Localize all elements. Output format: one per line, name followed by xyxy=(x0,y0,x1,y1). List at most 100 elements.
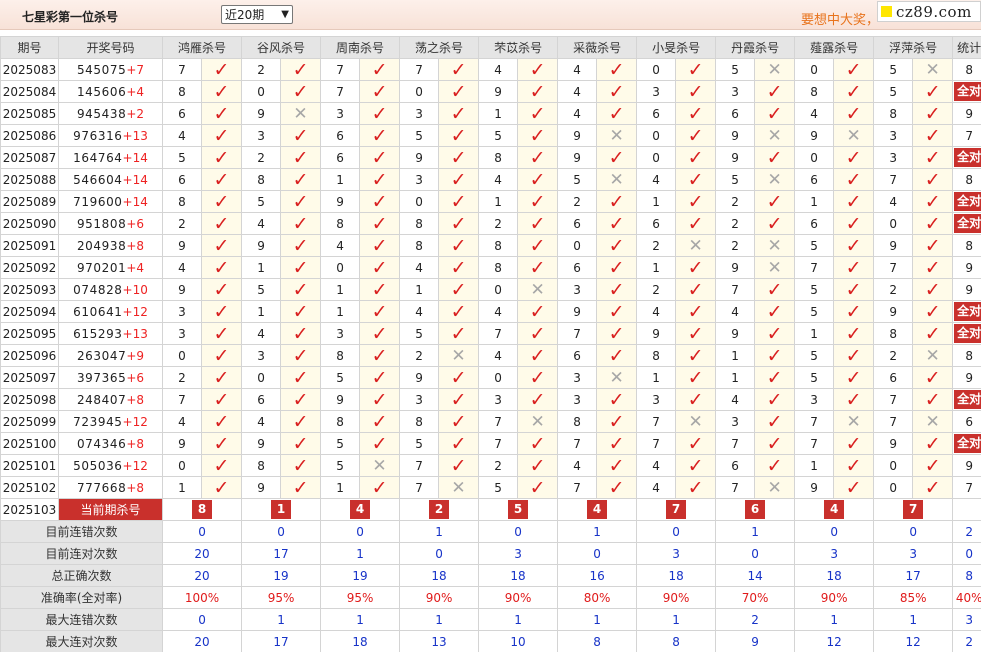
summary-value: 20 xyxy=(161,630,243,652)
summary-value: 1 xyxy=(399,608,480,631)
kill-number-cell: 3 xyxy=(557,366,598,389)
check-icon: ✓ xyxy=(845,102,862,125)
result-mark-cell: ✓ xyxy=(596,256,638,279)
result-mark-cell: ✕ xyxy=(675,410,717,433)
summary-value: 0 xyxy=(399,542,480,565)
check-icon: ✓ xyxy=(845,388,862,411)
summary-row: 总正确次数 20 19 19 18 18 16 18 14 18 17 8 xyxy=(0,564,981,587)
kill-number-cell: 7 xyxy=(162,388,202,411)
result-mark-cell: ✓ xyxy=(438,410,480,433)
check-icon: ✓ xyxy=(924,476,941,499)
check-icon: ✓ xyxy=(687,256,704,279)
cross-icon: ✕ xyxy=(609,125,624,146)
check-icon: ✓ xyxy=(687,168,704,191)
column-header: 期号 xyxy=(0,36,59,59)
kill-number-cell: 7 xyxy=(715,476,756,499)
result-mark-cell: ✓ xyxy=(359,432,401,455)
kill-number-cell: 6 xyxy=(715,102,756,125)
result-mark-cell: ✓ xyxy=(200,300,243,323)
kill-number-cell: 4 xyxy=(320,234,361,257)
draw-number: 777668 xyxy=(76,480,127,495)
kill-number-cell: 5 xyxy=(794,300,835,323)
result-mark-cell: ✓ xyxy=(912,212,954,235)
check-icon: ✓ xyxy=(371,58,388,81)
summary-value: 70% xyxy=(715,586,796,609)
check-icon: ✓ xyxy=(213,322,230,345)
check-icon: ✓ xyxy=(213,124,230,147)
kill-number-cell: 2 xyxy=(557,190,598,213)
check-icon: ✓ xyxy=(766,102,783,125)
result-mark-cell: ✓ xyxy=(675,168,717,191)
draw-number-cell: 970201+4 xyxy=(58,256,163,279)
period-cell: 2025099 xyxy=(0,410,59,433)
check-icon: ✓ xyxy=(371,476,388,499)
result-mark-cell: ✓ xyxy=(675,388,717,411)
summary-value: 90% xyxy=(399,586,480,609)
kill-number-cell: 1 xyxy=(320,476,361,499)
result-mark-cell: ✓ xyxy=(675,322,717,345)
kill-number-cell: 5 xyxy=(715,58,756,81)
check-icon: ✓ xyxy=(529,366,546,389)
cross-icon: ✕ xyxy=(767,59,782,80)
check-icon: ✓ xyxy=(213,234,230,257)
check-icon: ✓ xyxy=(371,432,388,455)
result-mark-cell: ✓ xyxy=(200,168,243,191)
result-mark-cell: ✓ xyxy=(280,300,322,323)
result-mark-cell: ✓ xyxy=(912,322,954,345)
cross-icon: ✕ xyxy=(767,169,782,190)
result-mark-cell: ✓ xyxy=(912,278,954,301)
stat-cell: 全对 xyxy=(952,190,981,213)
site-logo[interactable]: cz89.com xyxy=(877,1,981,22)
summary-value: 0 xyxy=(320,520,401,543)
result-mark-cell: ✓ xyxy=(517,58,559,81)
kill-number-cell: 5 xyxy=(794,278,835,301)
result-mark-cell: ✓ xyxy=(200,322,243,345)
stat-cell: 9 xyxy=(952,278,981,301)
check-icon: ✓ xyxy=(292,410,309,433)
stat-cell: 9 xyxy=(952,102,981,125)
kill-number-cell: 4 xyxy=(557,102,598,125)
summary-row: 最大连对次数 20 17 18 13 10 8 8 9 12 12 2 xyxy=(0,630,981,652)
check-icon: ✓ xyxy=(529,322,546,345)
summary-value: 0 xyxy=(636,520,717,543)
kill-number-cell: 4 xyxy=(241,212,282,235)
result-mark-cell: ✓ xyxy=(280,388,322,411)
result-mark-cell: ✓ xyxy=(438,124,480,147)
summary-value: 8 xyxy=(557,630,638,652)
result-mark-cell: ✓ xyxy=(517,322,559,345)
check-icon: ✓ xyxy=(292,366,309,389)
period-cell: 2025092 xyxy=(0,256,59,279)
summary-value: 16 xyxy=(557,564,638,587)
check-icon: ✓ xyxy=(608,476,625,499)
check-icon: ✓ xyxy=(450,190,467,213)
check-icon: ✓ xyxy=(450,102,467,125)
check-icon: ✓ xyxy=(213,366,230,389)
kill-number-cell: 7 xyxy=(873,388,914,411)
table-header-row: 期号 开奖号码 鸿雁杀号 谷风杀号 周南杀号 荡之杀号 芣苡杀号 采薇杀号 小旻杀号 丹霞杀号 薤露… xyxy=(0,36,981,59)
stat-value: 8 xyxy=(965,62,973,77)
result-mark-cell: ✓ xyxy=(754,190,796,213)
check-icon: ✓ xyxy=(845,146,862,169)
check-icon: ✓ xyxy=(292,190,309,213)
current-kill-badge: 5 xyxy=(508,500,529,519)
stat-value: 8 xyxy=(965,172,973,187)
check-icon: ✓ xyxy=(213,388,230,411)
kill-number-cell: 2 xyxy=(162,366,202,389)
result-mark-cell: ✓ xyxy=(833,476,875,499)
kill-number-cell: 9 xyxy=(399,146,440,169)
stat-cell: 6 xyxy=(952,410,981,433)
current-kill-cell: 7 xyxy=(636,498,717,521)
period-cell: 2025083 xyxy=(0,58,59,81)
result-mark-cell: ✕ xyxy=(438,476,480,499)
summary-value: 40% xyxy=(952,586,981,609)
draw-number-cell: 248407+8 xyxy=(58,388,163,411)
period-select[interactable]: 近20期 ▼ xyxy=(221,5,293,24)
result-mark-cell: ✕ xyxy=(675,234,717,257)
check-icon: ✓ xyxy=(608,80,625,103)
result-mark-cell: ✓ xyxy=(359,388,401,411)
result-mark-cell: ✕ xyxy=(912,58,954,81)
summary-value: 3 xyxy=(478,542,559,565)
result-mark-cell: ✓ xyxy=(754,366,796,389)
check-icon: ✓ xyxy=(292,146,309,169)
result-mark-cell: ✓ xyxy=(912,146,954,169)
